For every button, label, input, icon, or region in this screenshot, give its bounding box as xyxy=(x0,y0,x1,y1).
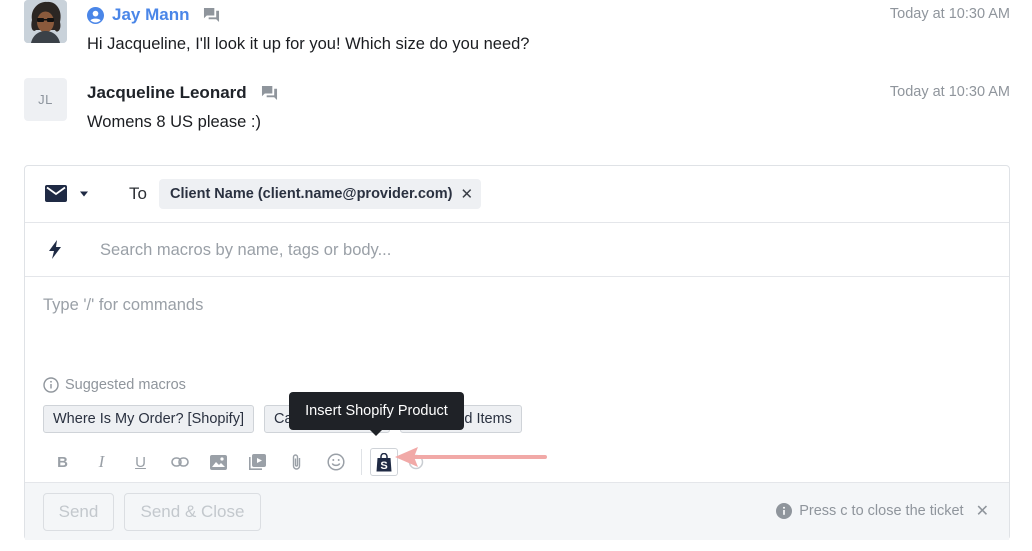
annotation-arrow-icon xyxy=(395,447,547,467)
suggested-macros-label: Suggested macros xyxy=(65,377,186,393)
info-icon xyxy=(43,377,59,393)
italic-button[interactable]: I xyxy=(82,447,121,477)
attach-file-button[interactable] xyxy=(277,447,316,477)
macro-search-row xyxy=(25,223,1009,277)
chat-bubble-icon xyxy=(204,7,220,23)
emoji-button[interactable] xyxy=(316,447,355,477)
recipient-row: To Client Name (client.name@provider.com… xyxy=(25,166,1009,223)
message-author[interactable]: Jay Mann xyxy=(112,5,189,25)
close-ticket-hint-text: Press c to close the ticket xyxy=(799,503,964,519)
insert-video-button[interactable] xyxy=(238,447,277,477)
channel-selector[interactable] xyxy=(45,185,89,202)
italic-icon: I xyxy=(98,452,105,471)
toolbar-divider xyxy=(361,449,362,475)
recipient-name: Client Name (client.name@provider.com) xyxy=(170,186,453,202)
message-header: Jay Mann xyxy=(87,0,220,30)
lightning-icon xyxy=(49,240,61,259)
send-button[interactable]: Send xyxy=(43,493,114,531)
message-body: Womens 8 US please :) xyxy=(87,113,261,131)
agent-avatar xyxy=(24,0,67,43)
link-button[interactable] xyxy=(160,447,199,477)
underline-icon: U xyxy=(135,453,146,471)
reply-body-input[interactable] xyxy=(43,296,943,356)
svg-text:S: S xyxy=(380,460,387,472)
smiley-icon xyxy=(326,453,345,471)
customer-avatar: JL xyxy=(24,78,67,121)
video-icon xyxy=(249,454,266,470)
shopify-tooltip: Insert Shopify Product xyxy=(289,392,464,436)
formatting-toolbar: B I U S xyxy=(43,447,426,477)
close-ticket-hint: Press c to close the ticket ✕ xyxy=(776,501,989,521)
send-and-close-button[interactable]: Send & Close xyxy=(124,493,261,531)
message-header: Jacqueline Leonard xyxy=(87,78,278,108)
message-body: Hi Jacqueline, I'll look it up for you! … xyxy=(87,35,530,53)
message-agent: Jay Mann Today at 10:30 AM Hi Jacqueline… xyxy=(24,0,1010,60)
reply-editor: To Client Name (client.name@provider.com… xyxy=(24,165,1010,540)
suggested-macros-header: Suggested macros xyxy=(43,377,186,393)
insert-image-button[interactable] xyxy=(199,447,238,477)
image-icon xyxy=(210,454,227,470)
message-customer: JL Jacqueline Leonard Today at 10:30 AM … xyxy=(24,78,1010,138)
chat-bubble-icon xyxy=(261,85,277,101)
caret-down-icon xyxy=(80,191,88,196)
email-icon xyxy=(45,185,67,202)
dismiss-hint-icon[interactable]: ✕ xyxy=(976,501,989,521)
info-filled-icon xyxy=(776,503,793,519)
bold-icon: B xyxy=(57,453,68,471)
user-circle-icon xyxy=(87,6,104,24)
to-label: To xyxy=(129,184,147,203)
link-icon xyxy=(170,457,189,467)
macro-chip-where-is-my-order[interactable]: Where Is My Order? [Shopify] xyxy=(43,405,254,433)
recipient-chip[interactable]: Client Name (client.name@provider.com) ✕ xyxy=(159,179,482,209)
message-timestamp: Today at 10:30 AM xyxy=(889,84,1010,100)
message-timestamp: Today at 10:30 AM xyxy=(889,6,1010,22)
message-author[interactable]: Jacqueline Leonard xyxy=(87,83,247,103)
shopify-bag-icon: S xyxy=(376,452,392,472)
remove-recipient-icon[interactable]: ✕ xyxy=(460,187,473,202)
underline-button[interactable]: U xyxy=(121,447,160,477)
bold-button[interactable]: B xyxy=(43,447,82,477)
macro-search-input[interactable] xyxy=(100,237,960,263)
editor-footer: Send Send & Close Press c to close the t… xyxy=(25,482,1009,540)
paperclip-icon xyxy=(292,454,301,470)
